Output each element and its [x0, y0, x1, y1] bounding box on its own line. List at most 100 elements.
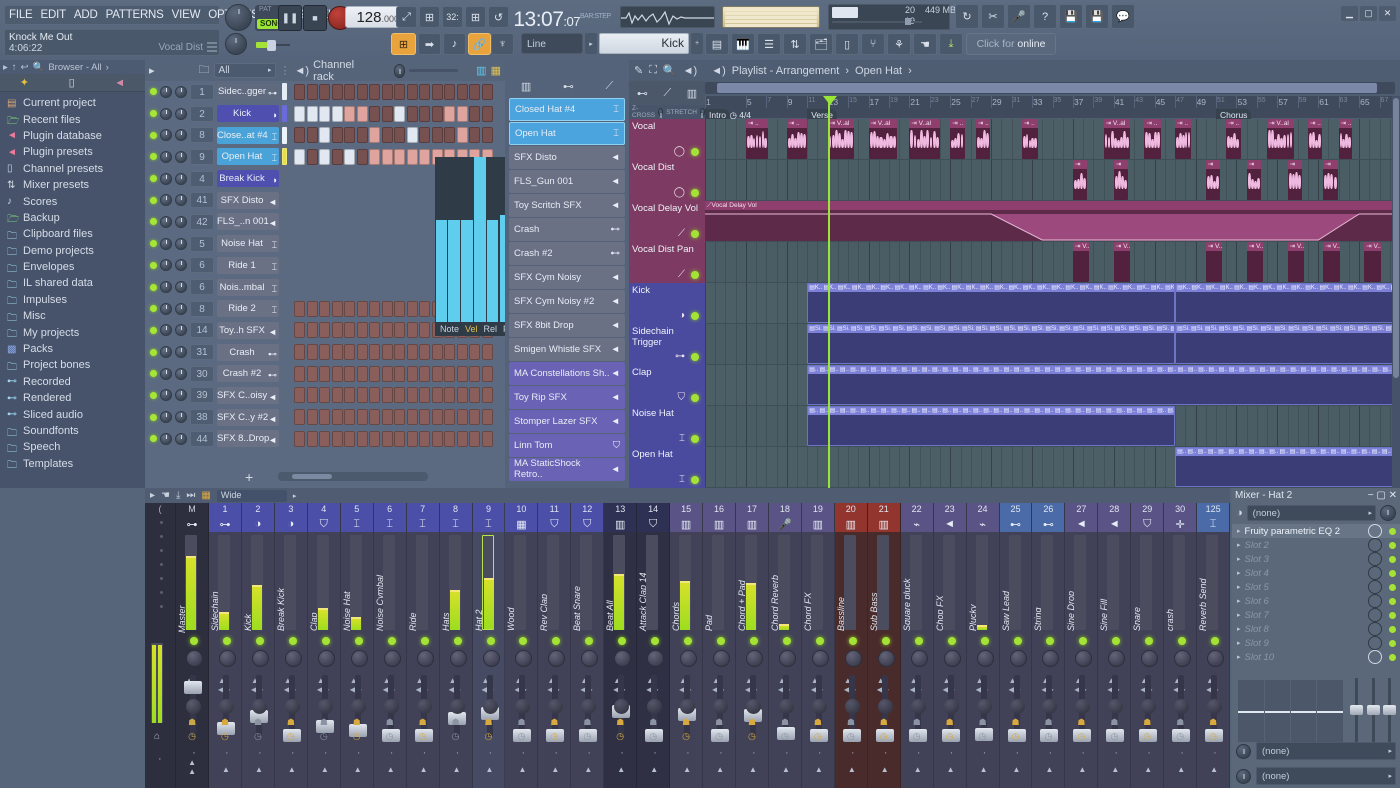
- channel-pan-knob[interactable]: [160, 108, 172, 120]
- strip-pan-knob[interactable]: [1141, 650, 1158, 667]
- channel-name-button[interactable]: Ride 2 ⌶: [217, 300, 279, 317]
- channel-mixer-index[interactable]: 6: [190, 257, 214, 273]
- strip-record-arm[interactable]: ☗: [682, 717, 690, 728]
- channel-enable-led[interactable]: [150, 284, 157, 291]
- mixer-strip[interactable]: 22⌁Square pluck▲◀▶☗◷·▲: [901, 503, 934, 788]
- strip-phase-button[interactable]: ◷: [452, 731, 460, 742]
- strip-led[interactable]: [717, 637, 725, 645]
- step-cell[interactable]: [357, 387, 368, 403]
- strip-send-arrow[interactable]: ▲: [1045, 765, 1053, 774]
- strip-mute-knob[interactable]: [944, 699, 959, 714]
- mixer-strip[interactable]: 5⌶Noise Hat▲◀▶☗◷·▲: [341, 503, 374, 788]
- menu-edit[interactable]: EDIT: [37, 9, 70, 21]
- effect-mix-knob[interactable]: [1368, 636, 1382, 650]
- mixer-strip[interactable]: 11⛉Rev Clap▲◀▶☗◷·▲: [538, 503, 571, 788]
- step-cell[interactable]: [482, 409, 493, 425]
- collapse-icon[interactable]: ▸: [150, 490, 155, 501]
- step-cell[interactable]: [344, 301, 355, 317]
- mixer-window-button[interactable]: ⇅: [783, 33, 807, 55]
- strip-record-arm[interactable]: ☗: [1176, 717, 1184, 728]
- strip-send-arrow[interactable]: ▲: [1111, 765, 1119, 774]
- channel-volume-knob[interactable]: [175, 173, 187, 185]
- strip-mute-knob[interactable]: [647, 699, 662, 714]
- step-cell[interactable]: [307, 106, 318, 122]
- mixer-strip[interactable]: 29⛉Snare▲◀▶☗◷·▲: [1131, 503, 1164, 788]
- browser-item-impulses[interactable]: 🗀 Impulses: [0, 292, 145, 308]
- resource-slider-thumb[interactable]: [905, 18, 911, 25]
- mixer-strip[interactable]: 8⌶Hats▲◀▶☗◷·▲: [440, 503, 473, 788]
- step-cell[interactable]: [369, 387, 380, 403]
- strip-pan-knob[interactable]: [845, 650, 862, 667]
- effect-mix-knob[interactable]: [1368, 650, 1382, 664]
- skip-icon[interactable]: ⏭: [186, 490, 195, 501]
- strip-phase-button[interactable]: ◷: [1209, 731, 1217, 742]
- channel-mixer-index[interactable]: 4: [190, 171, 214, 187]
- step-cell[interactable]: [369, 149, 380, 165]
- channel-pan-knob[interactable]: [160, 346, 172, 358]
- step-cell[interactable]: [382, 387, 393, 403]
- pattern-selector[interactable]: ▸ Kick +: [585, 33, 703, 54]
- plugin-picker-button[interactable]: ⑂: [861, 33, 885, 55]
- strip-phase-button[interactable]: ◷: [353, 731, 361, 742]
- step-cell[interactable]: [419, 301, 430, 317]
- strip-led[interactable]: [618, 637, 626, 645]
- strip-send-arrow[interactable]: ▲: [1078, 765, 1086, 774]
- strip-phase-button[interactable]: ◷: [979, 731, 987, 742]
- step-cell[interactable]: [382, 431, 393, 447]
- strip-mute-knob[interactable]: [318, 699, 333, 714]
- effect-enable-led[interactable]: [1389, 640, 1396, 647]
- playlist-tracks[interactable]: Vocal ◯ ⇥ .. ⇥ .. ⇥ V..al ⇥ V..al ⇥ V..al ⇥ .. ⇥…: [629, 119, 1400, 488]
- step-cell[interactable]: [394, 344, 405, 360]
- browser-item-mixer-presets[interactable]: ⇅ Mixer presets: [0, 177, 145, 193]
- plugin-list-item[interactable]: Crash ⊷: [509, 218, 625, 241]
- playlist-track-lane[interactable]: ▤Si. ▤Si. ▤Si. ▤Si. ▤Si. ▤Si. ▤Si. ▤Si. ▤Si. ▤Si.…: [705, 324, 1400, 365]
- step-cell[interactable]: [457, 409, 468, 425]
- step-cell[interactable]: [382, 409, 393, 425]
- browser-item-templates[interactable]: 🗀 Templates: [0, 456, 145, 472]
- channel-enable-led[interactable]: [150, 392, 157, 399]
- channel-enable-led[interactable]: [150, 262, 157, 269]
- step-cell[interactable]: [344, 322, 355, 338]
- browser-item-backup[interactable]: 🗁 Backup: [0, 210, 145, 226]
- strip-phase-button[interactable]: ◷: [1044, 731, 1052, 742]
- step-cell[interactable]: [344, 106, 355, 122]
- playlist-clip[interactable]: ⇥ ..: [1339, 119, 1352, 159]
- strip-mute-knob[interactable]: [779, 699, 794, 714]
- chevron-right-icon[interactable]: ▸: [3, 62, 8, 73]
- step-cell[interactable]: [369, 344, 380, 360]
- strip-phase-button[interactable]: ◷: [550, 731, 558, 742]
- strip-led[interactable]: [487, 637, 495, 645]
- strip-pan-knob[interactable]: [746, 650, 763, 667]
- channel-enable-led[interactable]: [150, 153, 157, 160]
- channel-pan-knob[interactable]: [160, 389, 172, 401]
- strip-send-arrow[interactable]: ▲: [1013, 765, 1021, 774]
- channel-name-button[interactable]: Open Hat ⌶: [217, 148, 279, 165]
- strip-mute-knob[interactable]: [186, 699, 201, 714]
- strip-record-arm[interactable]: ☗: [781, 717, 789, 728]
- step-cell[interactable]: [469, 344, 480, 360]
- comment-button[interactable]: 💬: [1111, 4, 1135, 29]
- channel-pan-knob[interactable]: [160, 281, 172, 293]
- eq-faders[interactable]: [1350, 678, 1396, 744]
- step-cell[interactable]: [432, 344, 443, 360]
- strip-led[interactable]: [190, 637, 198, 645]
- strip-mute-knob[interactable]: [845, 699, 860, 714]
- strip-pan-knob[interactable]: [647, 650, 664, 667]
- strip-phase-button[interactable]: ◷: [781, 731, 789, 742]
- step-cell[interactable]: [394, 301, 405, 317]
- playlist-track-lane[interactable]: ▤.. ▤.. ▤.. ▤.. ▤.. ▤.. ▤.. ▤.. ▤.. ▤.. ▤.. ▤.. ▤.. ▤…: [705, 406, 1400, 447]
- pattern-prev-button[interactable]: ▸: [585, 33, 597, 54]
- step-cell[interactable]: [457, 366, 468, 382]
- strip-phase-button[interactable]: ◷: [254, 731, 262, 742]
- chevron-right-icon[interactable]: ▸: [1237, 639, 1241, 647]
- strip-record-arm[interactable]: ☗: [1012, 717, 1020, 728]
- menu-patterns[interactable]: PATTERNS: [102, 9, 168, 21]
- strip-led[interactable]: [322, 637, 330, 645]
- strip-led[interactable]: [355, 637, 363, 645]
- step-cell[interactable]: [344, 431, 355, 447]
- step-cell[interactable]: [332, 409, 343, 425]
- channel-mixer-index[interactable]: 31: [190, 344, 214, 360]
- playlist-clip[interactable]: ⇥: [1114, 160, 1128, 200]
- step-sequencer-mode-button[interactable]: ⊞: [391, 33, 416, 55]
- step-cell[interactable]: [432, 387, 443, 403]
